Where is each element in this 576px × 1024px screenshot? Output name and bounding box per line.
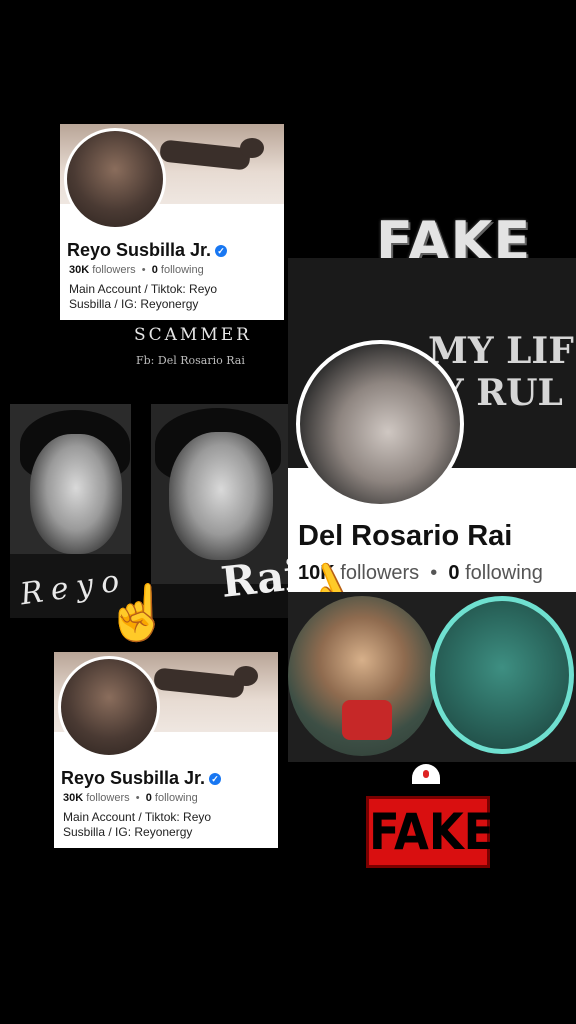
circle-photo-right: [430, 596, 574, 754]
dot-marker: [412, 764, 440, 784]
profile-bio: Main Account / Tiktok: Reyo Susbilla / I…: [69, 282, 218, 311]
rai-caption: Rai: [218, 550, 288, 607]
top-profile-card: Reyo Susbilla Jr. ✓ 30K followers • 0 fol…: [60, 124, 284, 320]
verified-badge-icon: ✓: [209, 773, 222, 785]
scammer-label: SCAMMER: [134, 325, 252, 345]
profile-name: Reyo Susbilla Jr. ✓: [67, 240, 228, 261]
cover-text-line1: MY LIF: [428, 330, 574, 372]
rai-profile-panel: MY LIF Y RUL Del Rosario Rai 10K followe…: [288, 258, 576, 592]
profile-stats: 30K followers • 0 following: [63, 792, 198, 804]
bottom-profile-card: Reyo Susbilla Jr. ✓ 30K followers • 0 fol…: [54, 652, 278, 848]
fake-label-bottom: FAKE: [366, 796, 494, 868]
rai-avatar: [296, 340, 464, 508]
scammer-fb-label: Fb: Del Rosario Rai: [136, 354, 245, 367]
rai-profile-name: Del Rosario Rai: [298, 520, 513, 552]
circle-photo-left: [288, 596, 436, 756]
profile-name: Reyo Susbilla Jr. ✓: [61, 768, 222, 789]
avatar: [58, 656, 160, 758]
rai-photo: Rai: [151, 404, 288, 618]
avatar: [64, 128, 166, 230]
profile-stats: 30K followers • 0 following: [69, 264, 204, 276]
verified-badge-icon: ✓: [215, 245, 228, 257]
profile-bio: Main Account / Tiktok: Reyo Susbilla / I…: [63, 810, 212, 839]
pointing-hand-left-icon: ☝: [104, 583, 172, 643]
